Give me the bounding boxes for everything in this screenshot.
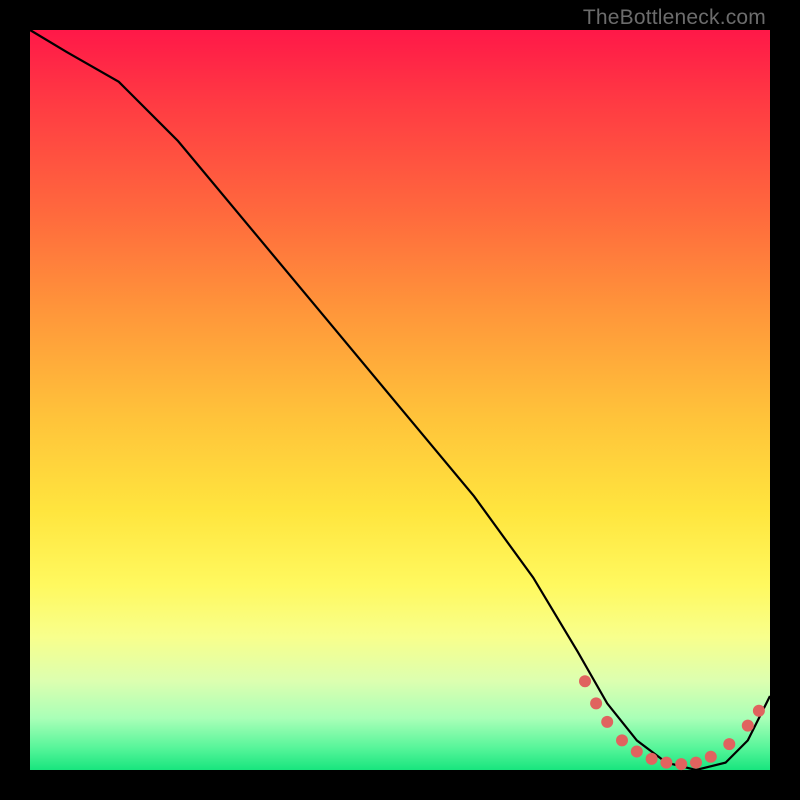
curve-marker [675,758,687,770]
bottleneck-curve [30,30,770,770]
curve-marker [690,757,702,769]
chart-frame: TheBottleneck.com [0,0,800,800]
curve-marker [631,746,643,758]
curve-marker [660,757,672,769]
curve-marker [646,753,658,765]
curve-marker [616,734,628,746]
watermark-text: TheBottleneck.com [583,6,766,30]
curve-marker [579,675,591,687]
curve-marker [742,720,754,732]
curve-marker [601,716,613,728]
plot-area [30,30,770,770]
curve-marker [753,705,765,717]
curve-layer [30,30,770,770]
curve-marker [723,738,735,750]
curve-marker [590,697,602,709]
curve-markers [579,675,765,770]
curve-marker [705,751,717,763]
